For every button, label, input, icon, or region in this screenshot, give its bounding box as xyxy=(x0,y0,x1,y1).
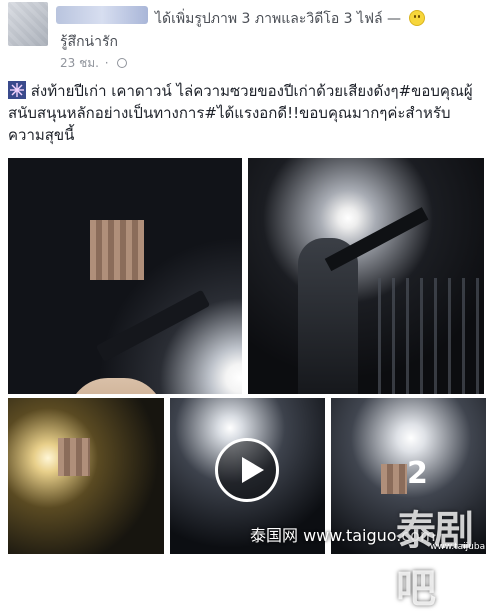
post-body-text: ส่งท้ายปีเก่า เคาดาวน์ ไล่ความซวยของปีเก… xyxy=(8,82,473,144)
feeling-label: รู้สึกน่ารัก xyxy=(60,34,118,50)
action-label: ได้เพิ่มรูปภาพ 3 ภาพและวิดีโอ 3 ไฟล์ — xyxy=(155,11,402,27)
blurred-face xyxy=(58,438,90,476)
balcony-railing xyxy=(378,278,484,394)
blurred-face xyxy=(381,464,407,494)
timestamp[interactable]: 23 ชม. xyxy=(60,56,99,70)
meta-separator: · xyxy=(104,56,109,70)
photo-3[interactable] xyxy=(8,398,164,554)
play-icon[interactable] xyxy=(215,438,279,502)
watermark-logo-url: www.taijuba.com xyxy=(430,542,490,552)
blurred-face xyxy=(90,220,144,280)
post-header: ได้เพิ่มรูปภาพ 3 ภาพและวิดีโอ 3 ไฟล์ — ร… xyxy=(0,0,490,70)
author-name-blurred[interactable] xyxy=(56,6,148,24)
smiling-face-icon xyxy=(409,10,426,26)
more-media-count: 2 xyxy=(407,456,428,491)
person-with-gun xyxy=(68,378,164,394)
post-action-text: ได้เพิ่มรูปภาพ 3 ภาพและวิดีโอ 3 ไฟล์ — xyxy=(155,8,426,30)
photo-2[interactable] xyxy=(248,158,484,394)
fireworks-icon xyxy=(8,81,26,99)
watermark-logo: 泰剧吧 xyxy=(396,507,474,612)
post-body: ส่งท้ายปีเก่า เคาดาวน์ ไล่ความซวยของปีเก… xyxy=(8,80,486,146)
post-meta: 23 ชม. · xyxy=(60,54,128,73)
globe-icon[interactable] xyxy=(117,58,128,68)
avatar[interactable] xyxy=(8,2,48,46)
